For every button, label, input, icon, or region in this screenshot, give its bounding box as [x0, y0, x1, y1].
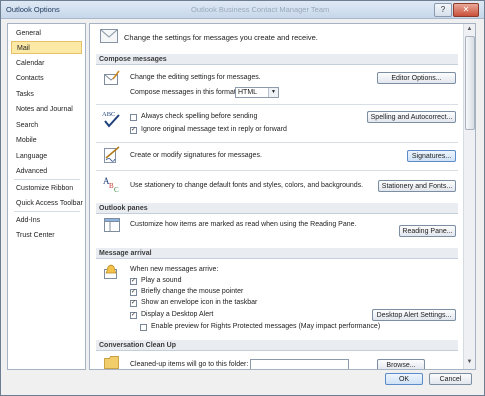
mail-options-pane: Change the settings for messages you cre… — [89, 23, 476, 370]
change-mouse-pointer-label: Briefly change the mouse pointer — [141, 288, 244, 295]
nav-item-contacts[interactable]: Contacts — [11, 72, 82, 85]
nav-item-trust-center[interactable]: Trust Center — [11, 229, 82, 242]
play-sound-label: Play a sound — [141, 277, 182, 284]
close-button[interactable]: ✕ — [453, 3, 479, 17]
nav-item-quick-access-toolbar[interactable]: Quick Access Toolbar — [11, 197, 83, 210]
ignore-original-text-label: Ignore original message text in reply or… — [141, 126, 287, 133]
svg-text:C: C — [114, 186, 119, 193]
nav-item-general[interactable]: General — [11, 27, 82, 40]
reading-pane-button[interactable]: Reading Pane... — [399, 225, 456, 237]
nav-item-notes-and-journal[interactable]: Notes and Journal — [11, 103, 82, 116]
stationery-fonts-button[interactable]: Stationery and Fonts... — [378, 180, 456, 192]
nav-item-add-ins[interactable]: Add-Ins — [11, 214, 82, 227]
play-sound-checkbox[interactable]: ✓ — [130, 278, 137, 285]
ignore-original-text-checkbox[interactable]: ✓ — [130, 127, 137, 134]
desktop-alert-label: Display a Desktop Alert — [141, 311, 214, 318]
vertical-scrollbar[interactable]: ▲ ▼ — [463, 24, 475, 369]
desktop-alert-checkbox[interactable]: ✓ — [130, 312, 137, 319]
nav-item-search[interactable]: Search — [11, 119, 82, 132]
section-outlook-panes: Outlook panes — [96, 203, 458, 214]
when-new-messages-label: When new messages arrive: — [130, 266, 219, 273]
rights-protected-preview-label: Enable preview for Rights Protected mess… — [151, 323, 381, 330]
abc-check-icon: ABC — [102, 111, 120, 128]
section-message-arrival: Message arrival — [96, 248, 458, 259]
chevron-down-icon: ▼ — [268, 88, 278, 97]
cancel-button[interactable]: Cancel — [429, 373, 472, 385]
envelope-icon — [100, 29, 118, 43]
nav-divider — [14, 211, 80, 212]
window-title: Outlook Options — [6, 5, 60, 14]
section-compose-messages: Compose messages — [96, 54, 458, 65]
cleanup-folder-label: Cleaned-up items will go to this folder: — [130, 361, 249, 368]
nav-item-tasks[interactable]: Tasks — [11, 88, 82, 101]
nav-item-calendar[interactable]: Calendar — [11, 57, 82, 70]
stationery-label: Use stationery to change default fonts a… — [130, 182, 364, 189]
signatures-button[interactable]: Signatures... — [407, 150, 456, 162]
rights-protected-preview-checkbox[interactable] — [140, 324, 147, 331]
nav-divider — [14, 179, 80, 180]
nav-item-advanced[interactable]: Advanced — [11, 165, 82, 178]
envelope-taskbar-checkbox[interactable]: ✓ — [130, 300, 137, 307]
editing-settings-label: Change the editing settings for messages… — [130, 74, 261, 81]
svg-text:ABC: ABC — [102, 111, 115, 118]
options-window: Outlook Options Outlook Business Contact… — [0, 0, 485, 396]
scroll-up-icon[interactable]: ▲ — [465, 25, 474, 34]
nav-item-mail[interactable]: Mail — [11, 41, 82, 54]
page-header: Change the settings for messages you cre… — [124, 33, 318, 42]
scrollbar-thumb[interactable] — [465, 36, 475, 130]
reading-pane-label: Customize how items are marked as read w… — [130, 221, 357, 228]
change-mouse-pointer-checkbox[interactable]: ✓ — [130, 289, 137, 296]
help-button[interactable]: ? — [434, 3, 452, 17]
nav-item-mobile[interactable]: Mobile — [11, 134, 82, 147]
stationery-abc-icon: A B C — [103, 176, 119, 193]
nav-item-language[interactable]: Language — [11, 150, 82, 163]
cleanup-folder-field[interactable] — [250, 359, 349, 369]
divider — [96, 104, 458, 105]
reading-pane-icon — [104, 218, 120, 232]
browse-button[interactable]: Browse... — [377, 359, 425, 369]
background-window-title: Outlook Business Contact Manager Team — [191, 5, 330, 14]
signatures-label: Create or modify signatures for messages… — [130, 152, 262, 159]
scroll-down-icon[interactable]: ▼ — [465, 358, 474, 367]
title-bar: Outlook Options Outlook Business Contact… — [1, 1, 484, 19]
desktop-alert-settings-button[interactable]: Desktop Alert Settings... — [372, 309, 456, 321]
envelope-taskbar-label: Show an envelope icon in the taskbar — [141, 299, 258, 306]
ok-button[interactable]: OK — [385, 373, 423, 385]
section-conversation-cleanup: Conversation Clean Up — [96, 340, 458, 351]
cleanup-folder-icon — [104, 356, 119, 369]
options-navigation: General Mail Calendar Contacts Tasks Not… — [7, 23, 86, 370]
signature-pen-icon — [104, 146, 120, 163]
always-check-spelling-checkbox[interactable] — [130, 114, 137, 121]
spelling-autocorrect-button[interactable]: Spelling and Autocorrect... — [367, 111, 456, 123]
compose-envelope-icon — [104, 70, 120, 85]
editor-options-button[interactable]: Editor Options... — [377, 72, 456, 84]
always-check-spelling-label: Always check spelling before sending — [141, 113, 258, 120]
compose-format-select[interactable]: HTML ▼ — [235, 87, 279, 98]
nav-item-customize-ribbon[interactable]: Customize Ribbon — [11, 182, 82, 195]
compose-format-label: Compose messages in this format: — [130, 89, 238, 96]
divider — [96, 170, 458, 171]
compose-format-value: HTML — [238, 89, 258, 96]
divider — [96, 142, 458, 143]
bell-icon — [104, 264, 117, 279]
